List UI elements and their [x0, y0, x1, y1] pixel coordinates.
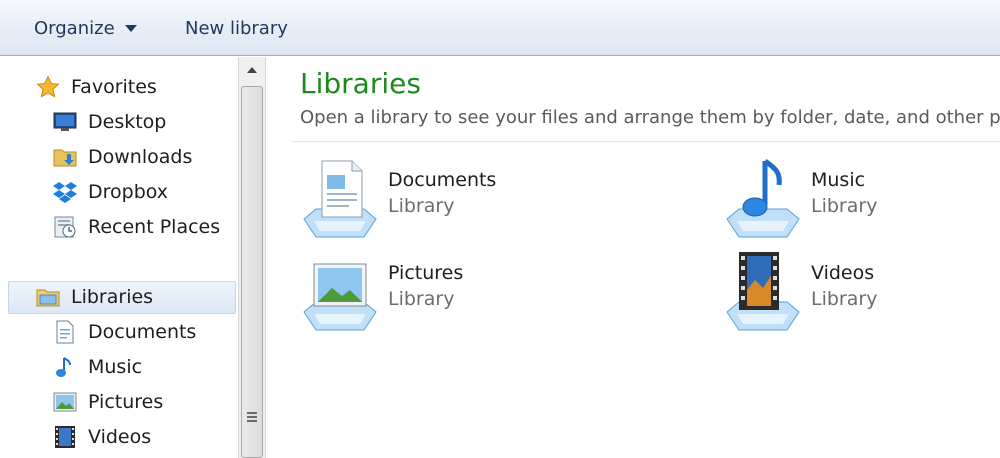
- page-title: Libraries: [300, 67, 421, 100]
- library-name: Pictures: [388, 262, 464, 284]
- nav-item-label: Music: [88, 356, 143, 378]
- videos-library-icon: [726, 252, 800, 331]
- music-library-icon: [726, 158, 800, 238]
- nav-libraries-label: Libraries: [71, 286, 154, 308]
- new-library-button[interactable]: New library: [185, 16, 288, 40]
- downloads-folder-icon: [53, 145, 77, 169]
- desktop-icon: [53, 110, 77, 134]
- documents-library-icon: [303, 160, 377, 238]
- nav-item-label: Downloads: [88, 146, 193, 168]
- nav-favorites-label: Favorites: [71, 76, 157, 98]
- nav-item-pictures[interactable]: Pictures: [53, 386, 163, 418]
- nav-item-label: Dropbox: [88, 181, 169, 203]
- pictures-library-icon: [303, 263, 377, 331]
- organize-button[interactable]: Organize: [34, 16, 137, 40]
- nav-item-dropbox[interactable]: Dropbox: [53, 176, 168, 208]
- nav-item-label: Videos: [88, 426, 152, 448]
- library-type: Library: [811, 195, 878, 217]
- nav-item-label: Pictures: [88, 391, 164, 413]
- library-tile-documents[interactable]: Documents Library: [300, 157, 680, 247]
- library-tile-videos[interactable]: Videos Library: [723, 250, 1000, 340]
- nav-item-recent-places[interactable]: Recent Places: [53, 211, 220, 243]
- nav-item-downloads[interactable]: Downloads: [53, 141, 192, 173]
- recent-places-icon: [53, 215, 77, 239]
- scroll-up-button[interactable]: [239, 57, 265, 83]
- library-name: Music: [811, 169, 866, 191]
- new-library-label: New library: [185, 17, 288, 39]
- nav-item-videos[interactable]: Videos: [53, 421, 151, 453]
- nav-libraries[interactable]: Libraries: [36, 281, 153, 313]
- nav-item-label: Desktop: [88, 111, 167, 133]
- library-type: Library: [811, 288, 878, 310]
- music-note-icon: [53, 355, 77, 379]
- chevron-down-icon: [124, 24, 137, 32]
- navigation-pane: Favorites Desktop Downloads Dropbox Rece…: [0, 57, 238, 458]
- nav-scrollbar[interactable]: [238, 57, 266, 458]
- library-type: Library: [388, 288, 455, 310]
- library-type: Library: [388, 195, 455, 217]
- nav-item-documents[interactable]: Documents: [53, 316, 196, 348]
- film-icon: [53, 425, 77, 449]
- nav-favorites[interactable]: Favorites: [36, 71, 157, 103]
- divider: [291, 141, 1000, 142]
- organize-label: Organize: [34, 17, 115, 39]
- picture-icon: [53, 390, 77, 414]
- star-icon: [36, 75, 60, 99]
- library-tile-pictures[interactable]: Pictures Library: [300, 250, 680, 340]
- libraries-content: Libraries Open a library to see your fil…: [267, 57, 1000, 458]
- nav-item-label: Recent Places: [88, 216, 221, 238]
- page-description: Open a library to see your files and arr…: [300, 107, 1000, 128]
- scrollbar-thumb[interactable]: [241, 86, 263, 458]
- library-name: Videos: [811, 262, 875, 284]
- document-icon: [53, 320, 77, 344]
- library-name: Documents: [388, 169, 497, 191]
- dropbox-icon: [53, 180, 77, 204]
- nav-item-desktop[interactable]: Desktop: [53, 106, 166, 138]
- library-tile-music[interactable]: Music Library: [723, 157, 1000, 247]
- arrow-up-icon: [247, 67, 257, 73]
- command-bar: Organize New library: [0, 0, 1000, 56]
- nav-item-label: Documents: [88, 321, 197, 343]
- libraries-folder-icon: [36, 285, 60, 309]
- grip-icon: [247, 412, 257, 424]
- nav-item-music[interactable]: Music: [53, 351, 142, 383]
